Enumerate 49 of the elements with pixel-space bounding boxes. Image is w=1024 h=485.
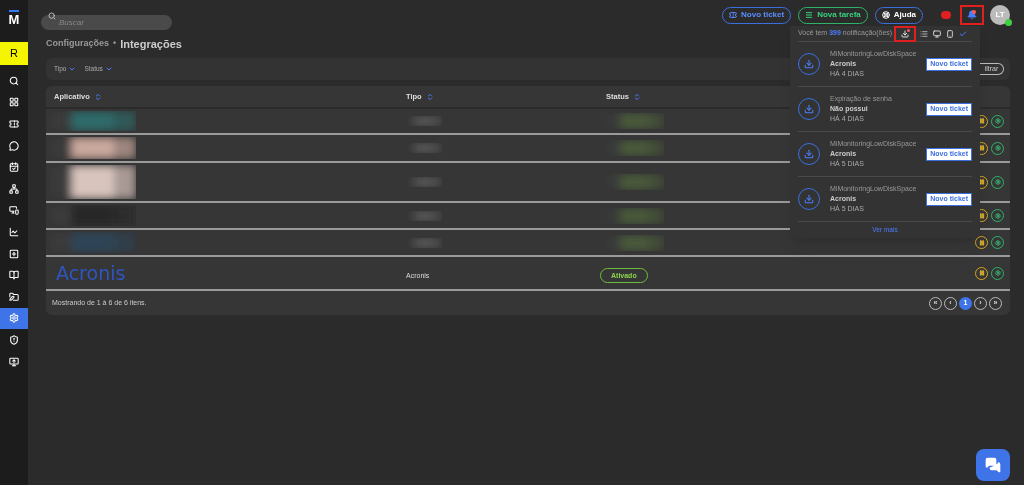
calendar-icon — [9, 162, 19, 173]
chat-button[interactable] — [976, 449, 1010, 481]
chevron-down-icon — [68, 65, 77, 73]
folder-icon — [9, 291, 19, 302]
app-logo: Acronis — [56, 261, 126, 284]
sort-icon — [632, 92, 641, 101]
list-icon — [805, 11, 814, 19]
monitor-icon[interactable] — [933, 29, 942, 38]
pause-icon — [978, 118, 985, 124]
sort-icon — [93, 92, 102, 101]
ticket-icon — [729, 11, 738, 19]
check-icon[interactable] — [959, 29, 968, 38]
phone-icon[interactable] — [946, 29, 955, 38]
chart-icon — [9, 226, 19, 237]
sidebar-item[interactable] — [0, 307, 28, 330]
chat-bubble-icon — [9, 140, 19, 151]
pause-icon — [978, 179, 985, 185]
breadcrumb-link[interactable]: Configurações — [46, 37, 109, 51]
settings-icon — [994, 270, 1001, 276]
settings-icon — [994, 179, 1001, 185]
bell-icon[interactable] — [960, 5, 984, 25]
hierarchy-icon — [9, 183, 19, 194]
devices-icon — [9, 205, 19, 216]
search-icon — [9, 75, 19, 86]
monitor-icon — [9, 356, 19, 367]
help-icon — [881, 11, 890, 19]
ticket-icon — [9, 119, 19, 129]
shield-icon — [9, 334, 19, 345]
settings-icon — [994, 239, 1001, 246]
search-icon — [48, 11, 56, 20]
list-icon[interactable] — [920, 29, 929, 38]
pause-icon — [978, 212, 985, 219]
settings-icon — [994, 118, 1001, 124]
settings-icon — [994, 212, 1001, 219]
user-badge[interactable]: R — [0, 42, 28, 65]
pause-icon — [978, 270, 985, 276]
plus-square-icon — [9, 248, 19, 259]
breadcrumb-separator: • — [113, 37, 117, 51]
pause-icon — [978, 145, 985, 151]
grid-icon — [9, 97, 19, 108]
book-icon — [9, 270, 19, 281]
logo[interactable]: M — [8, 10, 20, 26]
pause-icon — [978, 239, 985, 246]
sort-icon — [425, 92, 434, 101]
chevron-down-icon — [104, 65, 113, 73]
inbox-tab-icon[interactable] — [894, 25, 917, 42]
page-title: Integrações — [120, 36, 182, 52]
settings-icon — [994, 145, 1001, 151]
settings-icon — [9, 313, 19, 324]
